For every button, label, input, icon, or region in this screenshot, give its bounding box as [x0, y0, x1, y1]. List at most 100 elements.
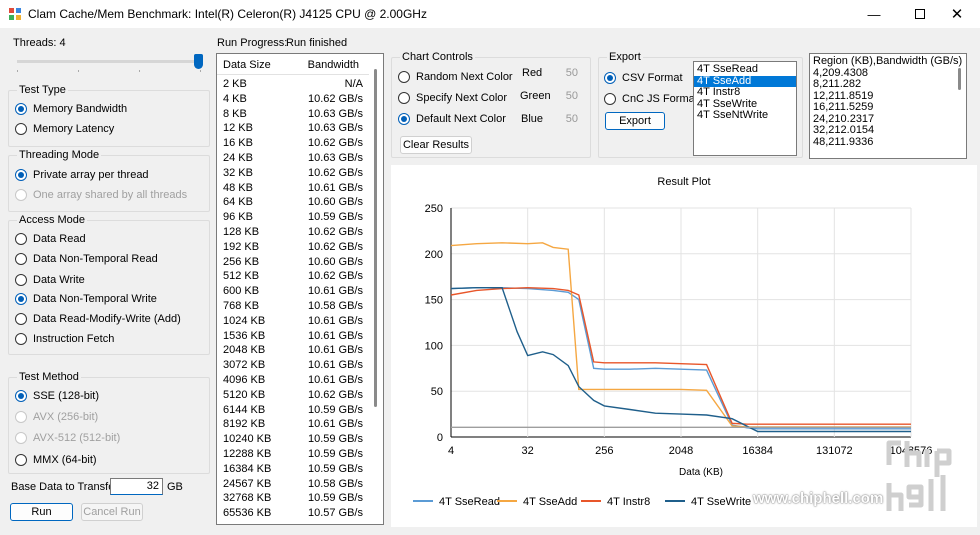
cell-data-size: 128 KB: [223, 226, 260, 238]
blue-label: Blue: [521, 113, 544, 125]
table-row: 12288 KB 10.59 GB/s: [223, 448, 363, 463]
radio-private-array[interactable]: Private array per thread: [15, 169, 149, 181]
list-item-sseread[interactable]: 4T SseRead: [694, 63, 796, 76]
cell-bandwidth: 10.62 GB/s: [307, 166, 363, 179]
cell-data-size: 768 KB: [223, 300, 260, 312]
radio-data-rmw-add[interactable]: Data Read-Modify-Write (Add): [15, 313, 181, 325]
radio-data-read[interactable]: Data Read: [15, 233, 86, 245]
radio-mmx[interactable]: MMX (64-bit): [15, 454, 97, 466]
legend-item: 4T SseAdd: [497, 496, 577, 508]
x-tick-label: 256: [595, 445, 613, 457]
radio-memory-bandwidth[interactable]: Memory Bandwidth: [15, 103, 127, 115]
radio-specify-color[interactable]: Specify Next Color: [398, 92, 507, 104]
chart-controls-title: Chart Controls: [400, 51, 475, 63]
radio-indicator: [15, 313, 27, 325]
cell-bandwidth: 10.63 GB/s: [307, 107, 363, 120]
table-row: 24567 KB 10.58 GB/s: [223, 478, 363, 493]
radio-sse[interactable]: SSE (128-bit): [15, 390, 99, 402]
cell-bandwidth: 10.62 GB/s: [307, 240, 363, 253]
cell-data-size: 4 KB: [223, 92, 247, 105]
table-row: 8192 KB 10.61 GB/s: [223, 418, 363, 433]
legend-item: 4T SseWrite: [665, 496, 751, 508]
radio-instruction-fetch[interactable]: Instruction Fetch: [15, 333, 114, 345]
radio-indicator: [15, 253, 27, 265]
table-row: 768 KB 10.58 GB/s: [223, 300, 363, 315]
radio-indicator: [604, 93, 616, 105]
cell-bandwidth: 10.59 GB/s: [307, 492, 363, 505]
radio-data-write[interactable]: Data Write: [15, 274, 85, 286]
export-series-list[interactable]: 4T SseRead 4T SseAdd 4T Instr8 4T SseWri…: [693, 61, 797, 156]
red-input[interactable]: 50: [556, 67, 578, 79]
base-data-input[interactable]: 32: [110, 478, 163, 495]
cell-data-size: 64 KB: [223, 196, 253, 209]
table-row: 2 KB N/A: [223, 78, 363, 93]
x-axis-label: Data (KB): [679, 467, 723, 478]
table-row: 6144 KB 10.59 GB/s: [223, 404, 363, 419]
cell-data-size: 24567 KB: [223, 477, 272, 490]
cell-bandwidth: 10.61 GB/s: [307, 359, 363, 372]
x-tick-label: 32: [522, 445, 534, 457]
clear-results-button[interactable]: Clear Results: [400, 136, 472, 154]
cell-bandwidth: 10.62 GB/s: [307, 137, 363, 150]
column-header-data-size: Data Size: [223, 59, 271, 71]
red-label: Red: [522, 67, 543, 79]
list-item-instr8[interactable]: 4T Instr8: [694, 86, 796, 99]
vertical-scrollbar[interactable]: [369, 54, 383, 524]
table-row: 128 KB 10.62 GB/s: [223, 226, 363, 241]
cell-bandwidth: 10.60 GB/s: [307, 255, 363, 268]
radio-label: Default Next Color: [416, 113, 506, 125]
radio-indicator: [15, 189, 27, 201]
radio-label: Data Read: [33, 233, 86, 245]
cell-data-size: 16 KB: [223, 137, 253, 150]
export-button[interactable]: Export: [605, 112, 665, 130]
base-data-unit: GB: [167, 481, 183, 493]
y-tick-label: 0: [437, 432, 443, 444]
radio-indicator: [398, 71, 410, 83]
cell-bandwidth: 10.61 GB/s: [307, 314, 363, 327]
close-button[interactable]: ✕: [934, 0, 980, 28]
title-bar: Clam Cache/Mem Benchmark: Intel(R) Celer…: [0, 0, 980, 28]
minimize-button[interactable]: —: [851, 0, 897, 28]
radio-indicator: [398, 113, 410, 125]
cell-bandwidth: 10.61 GB/s: [307, 418, 363, 431]
results-table[interactable]: Data Size Bandwidth 2 KB N/A 4 KB 10.62 GB/…: [216, 53, 384, 525]
cell-bandwidth: 10.59 GB/s: [307, 462, 363, 475]
run-button[interactable]: Run: [10, 503, 73, 521]
radio-label: AVX (256-bit): [33, 411, 99, 423]
csv-scrollbar[interactable]: [954, 54, 966, 158]
csv-line: Region (KB),Bandwidth (GB/s): [813, 55, 963, 67]
radio-default-color[interactable]: Default Next Color: [398, 113, 506, 125]
threads-slider[interactable]: [17, 54, 205, 72]
radio-memory-latency[interactable]: Memory Latency: [15, 123, 114, 135]
green-input[interactable]: 50: [556, 90, 578, 102]
radio-label: Specify Next Color: [416, 92, 508, 104]
cell-bandwidth: N/A: [344, 78, 363, 90]
scrollbar-thumb[interactable]: [958, 68, 961, 90]
cell-data-size: 16384 KB: [223, 462, 272, 475]
radio-cnc-js-format[interactable]: CnC JS Format: [604, 93, 698, 105]
radio-data-nt-read[interactable]: Data Non-Temporal Read: [15, 253, 158, 265]
cell-bandwidth: 10.63 GB/s: [307, 122, 363, 135]
test-type-group: Test Type: [8, 84, 210, 147]
table-row: 96 KB 10.59 GB/s: [223, 211, 363, 226]
legend-item: 4T SseRead: [413, 496, 500, 508]
table-row: 32768 KB 10.59 GB/s: [223, 492, 363, 507]
cell-data-size: 8 KB: [223, 107, 247, 120]
radio-data-nt-write[interactable]: Data Non-Temporal Write: [15, 293, 157, 305]
scrollbar-thumb[interactable]: [374, 69, 377, 407]
radio-indicator: [15, 274, 27, 286]
slider-thumb[interactable]: [194, 54, 203, 69]
list-item-ssentwrite[interactable]: 4T SseNtWrite: [694, 109, 796, 122]
csv-output-textbox[interactable]: Region (KB),Bandwidth (GB/s) 4,209.4308 …: [809, 53, 967, 159]
table-row: 3072 KB 10.61 GB/s: [223, 359, 363, 374]
access-mode-title: Access Mode: [17, 214, 88, 226]
cell-bandwidth: 10.58 GB/s: [307, 477, 363, 490]
close-icon: ✕: [950, 6, 964, 23]
blue-input[interactable]: 50: [556, 113, 578, 125]
radio-indicator: [604, 72, 616, 84]
radio-label: Memory Bandwidth: [33, 103, 128, 115]
radio-csv-format[interactable]: CSV Format: [604, 72, 683, 84]
cell-data-size: 48 KB: [223, 181, 253, 194]
radio-random-color[interactable]: Random Next Color: [398, 71, 513, 83]
cell-data-size: 5120 KB: [223, 388, 266, 401]
